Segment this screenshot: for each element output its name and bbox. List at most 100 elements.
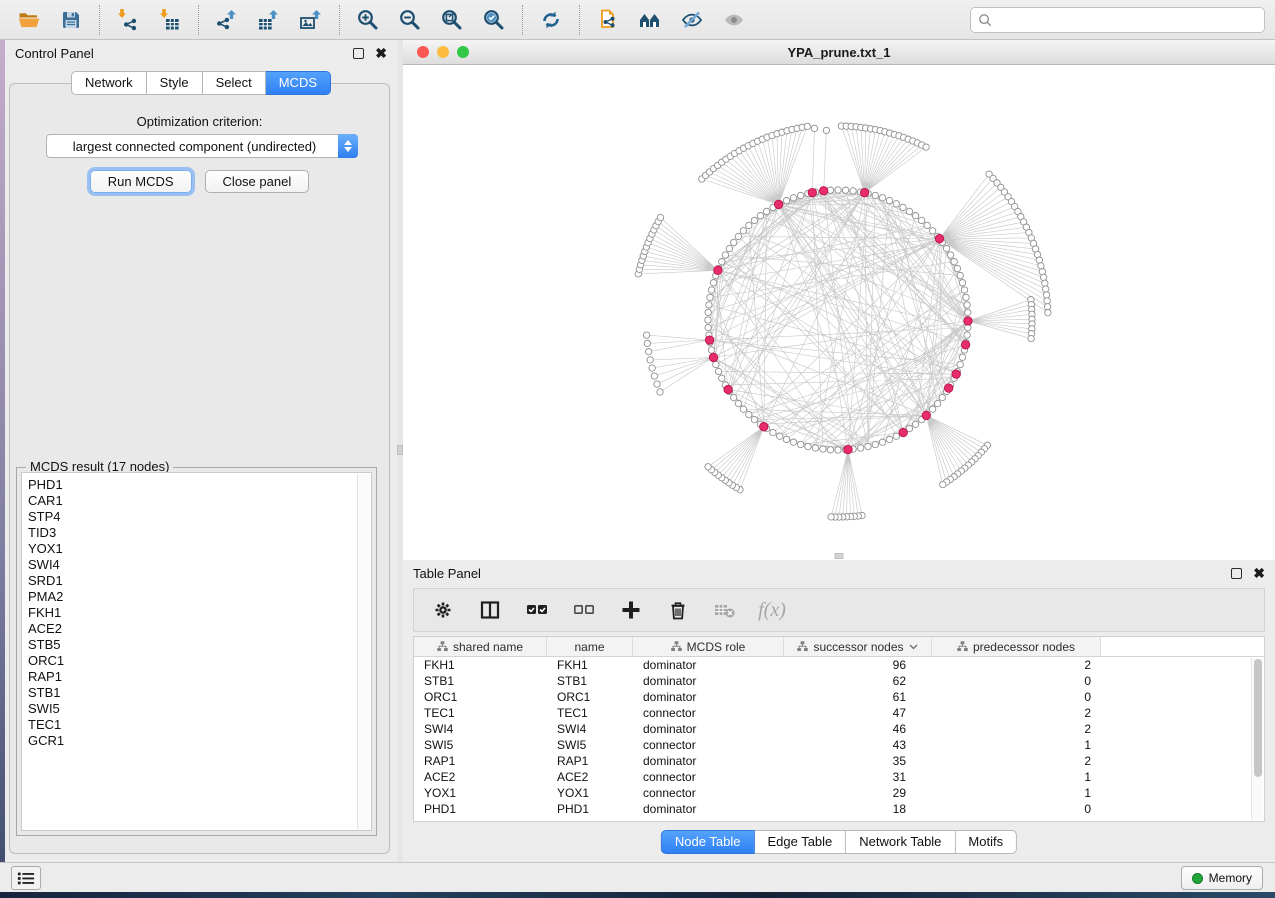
add-column-icon[interactable] [618, 597, 644, 623]
zoom-selected-icon[interactable] [479, 5, 509, 35]
maximize-window-icon[interactable] [457, 46, 469, 58]
result-node-item[interactable]: ACE2 [28, 621, 371, 637]
result-node-item[interactable]: FKH1 [28, 605, 371, 621]
graph-node[interactable] [740, 228, 746, 234]
result-node-item[interactable]: PHD1 [28, 477, 371, 493]
graph-node[interactable] [961, 287, 967, 293]
graph-leaf-node[interactable] [940, 481, 946, 487]
graph-node[interactable] [886, 436, 892, 442]
graph-leaf-node[interactable] [1045, 310, 1051, 316]
graph-leaf-node[interactable] [828, 514, 834, 520]
apply-layout-icon[interactable] [536, 5, 566, 35]
new-network-from-selection-icon[interactable] [593, 5, 623, 35]
column-header-MCDS-role[interactable]: MCDS role [633, 637, 784, 656]
graph-node[interactable] [713, 361, 719, 367]
result-node-item[interactable]: CAR1 [28, 493, 371, 509]
graph-mcds-hub-node[interactable] [844, 445, 852, 453]
graph-node[interactable] [763, 208, 769, 214]
search-input[interactable] [993, 9, 1264, 31]
graph-node[interactable] [912, 213, 918, 219]
graph-leaf-node[interactable] [651, 373, 657, 379]
graph-mcds-hub-node[interactable] [774, 200, 782, 208]
float-table-panel-icon[interactable] [1231, 568, 1242, 579]
graph-node[interactable] [715, 368, 721, 374]
graph-node[interactable] [850, 188, 856, 194]
result-node-item[interactable]: TID3 [28, 525, 371, 541]
graph-node[interactable] [900, 204, 906, 210]
graph-node[interactable] [964, 302, 970, 308]
table-options-icon[interactable] [430, 597, 456, 623]
graph-node[interactable] [939, 394, 945, 400]
result-node-item[interactable]: STB5 [28, 637, 371, 653]
graph-node[interactable] [705, 324, 711, 330]
graph-leaf-node[interactable] [811, 125, 817, 131]
graph-node[interactable] [906, 208, 912, 214]
result-node-item[interactable]: PMA2 [28, 589, 371, 605]
graph-node[interactable] [924, 222, 930, 228]
result-node-item[interactable]: SWI5 [28, 701, 371, 717]
graph-leaf-node[interactable] [657, 214, 663, 220]
table-row[interactable]: YOX1YOX1connector291 [414, 785, 1264, 801]
graph-node[interactable] [783, 436, 789, 442]
tab-edge-table[interactable]: Edge Table [754, 830, 846, 854]
task-history-button[interactable] [11, 866, 41, 890]
graph-node[interactable] [954, 265, 960, 271]
table-row[interactable]: SWI5SWI5connector431 [414, 737, 1264, 753]
tab-style[interactable]: Style [147, 71, 203, 95]
graph-leaf-node[interactable] [705, 464, 711, 470]
graph-mcds-hub-node[interactable] [709, 353, 717, 361]
graph-leaf-node[interactable] [1043, 286, 1049, 292]
table-row[interactable]: PHD1PHD1dominator180 [414, 801, 1264, 817]
graph-leaf-node[interactable] [1044, 298, 1050, 304]
graph-node[interactable] [710, 280, 716, 286]
tab-network-table[interactable]: Network Table [846, 830, 955, 854]
tab-network[interactable]: Network [71, 71, 147, 95]
graph-node[interactable] [959, 354, 965, 360]
graph-node[interactable] [964, 332, 970, 338]
zoom-in-icon[interactable] [353, 5, 383, 35]
column-header-shared-name[interactable]: shared name [414, 637, 547, 656]
graph-node[interactable] [706, 302, 712, 308]
table-scrollbar-thumb[interactable] [1254, 659, 1262, 777]
tab-mcds[interactable]: MCDS [266, 71, 331, 95]
minimize-window-icon[interactable] [437, 46, 449, 58]
graph-node[interactable] [719, 375, 725, 381]
graph-leaf-node[interactable] [1043, 292, 1049, 298]
graph-mcds-hub-node[interactable] [935, 235, 943, 243]
graph-node[interactable] [886, 197, 892, 203]
criterion-select[interactable]: largest connected component (undirected) [46, 134, 358, 158]
graph-node[interactable] [708, 347, 714, 353]
graph-node[interactable] [740, 406, 746, 412]
graph-node[interactable] [719, 259, 725, 265]
column-header-successor-nodes[interactable]: successor nodes [784, 637, 932, 656]
graph-node[interactable] [746, 411, 752, 417]
graph-node[interactable] [746, 222, 752, 228]
table-row[interactable]: FKH1FKH1dominator962 [414, 657, 1264, 673]
graph-mcds-hub-node[interactable] [961, 341, 969, 349]
export-table-icon[interactable] [254, 5, 284, 35]
graph-leaf-node[interactable] [649, 365, 655, 371]
graph-leaf-node[interactable] [923, 144, 929, 150]
graph-node[interactable] [957, 272, 963, 278]
hide-selected-icon[interactable] [677, 5, 707, 35]
graph-node[interactable] [798, 441, 804, 447]
graph-node[interactable] [812, 445, 818, 451]
import-table-icon[interactable] [155, 5, 185, 35]
graph-mcds-hub-node[interactable] [899, 428, 907, 436]
graph-node[interactable] [790, 195, 796, 201]
export-image-icon[interactable] [296, 5, 326, 35]
graph-leaf-node[interactable] [643, 332, 649, 338]
graph-node[interactable] [951, 259, 957, 265]
graph-node[interactable] [934, 400, 940, 406]
export-network-icon[interactable] [212, 5, 242, 35]
table-row[interactable]: ACE2ACE2connector311 [414, 769, 1264, 785]
graph-node[interactable] [770, 429, 776, 435]
graph-node[interactable] [731, 239, 737, 245]
graph-node[interactable] [842, 187, 848, 193]
tab-motifs[interactable]: Motifs [955, 830, 1017, 854]
table-row[interactable]: STB1STB1dominator620 [414, 673, 1264, 689]
graph-node[interactable] [705, 309, 711, 315]
graph-node[interactable] [735, 233, 741, 239]
graph-node[interactable] [957, 361, 963, 367]
graph-mcds-hub-node[interactable] [964, 317, 972, 325]
